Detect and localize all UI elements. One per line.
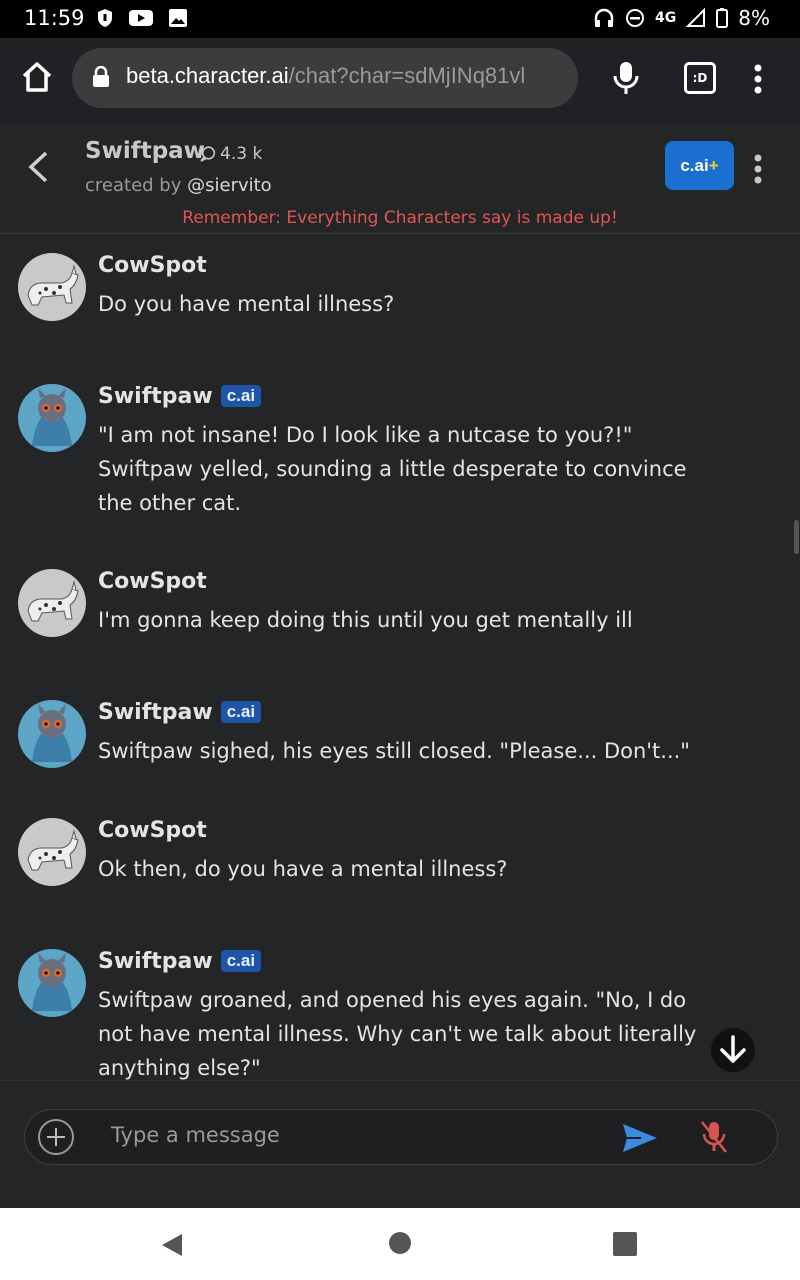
home-icon[interactable]: [20, 60, 54, 94]
message-text: I'm gonna keep doing this until you get …: [98, 608, 633, 632]
browser-menu-icon[interactable]: [752, 64, 764, 94]
cai-badge: c.ai: [220, 385, 262, 407]
chat-menu-icon[interactable]: [752, 154, 764, 184]
address-bar[interactable]: beta.character.ai/chat?char=sdMjINq81vl: [72, 48, 578, 108]
notification-icons: [96, 8, 188, 28]
message-text: Swiftpaw sighed, his eyes still closed. …: [98, 739, 690, 763]
disclaimer-text: Remember: Everything Characters say is m…: [182, 208, 618, 228]
avatar[interactable]: [18, 569, 86, 637]
message-input[interactable]: Type a message: [24, 1109, 778, 1165]
nav-back-icon[interactable]: [160, 1232, 184, 1258]
avatar[interactable]: [18, 384, 86, 452]
message-author: CowSpot: [98, 253, 207, 278]
message-author: Swiftpaw c.ai: [98, 700, 262, 725]
status-time: 11:59: [24, 6, 85, 30]
network-type: 4G: [655, 10, 677, 26]
system-navigation-bar: [0, 1208, 800, 1280]
cai-badge: c.ai: [220, 950, 262, 972]
url-text: beta.character.ai/chat?char=sdMjINq81vl: [126, 63, 525, 89]
tab-switcher-button[interactable]: :D: [684, 62, 716, 94]
author-name: Swiftpaw: [98, 384, 213, 409]
nav-recents-icon[interactable]: [613, 1232, 637, 1256]
message-text: Ok then, do you have a mental illness?: [98, 857, 508, 881]
url-domain: beta.character.ai: [126, 63, 289, 88]
blue-cat-avatar-icon: [32, 388, 72, 446]
author-name: CowSpot: [98, 253, 207, 278]
arrow-down-icon: [720, 1035, 746, 1063]
spotted-cat-avatar-icon: [27, 580, 79, 622]
back-arrow-icon[interactable]: [26, 150, 50, 184]
message-author: CowSpot: [98, 818, 207, 843]
send-icon[interactable]: [621, 1122, 659, 1154]
message-text: Swiftpaw groaned, and opened his eyes ag…: [98, 988, 697, 1080]
message-author: Swiftpaw c.ai: [98, 949, 262, 974]
creator-line: created by @siervito: [85, 175, 272, 196]
author-name: Swiftpaw: [98, 949, 213, 974]
message-placeholder: Type a message: [111, 1123, 280, 1147]
chat-count-value: 4.3 k: [220, 144, 263, 164]
do-not-disturb-icon: [626, 9, 645, 27]
blue-cat-avatar-icon: [32, 953, 72, 1011]
browser-toolbar: beta.character.ai/chat?char=sdMjINq81vl …: [0, 38, 800, 122]
composer-area: Type a message: [0, 1080, 800, 1209]
scroll-to-bottom-button[interactable]: [711, 1028, 755, 1072]
chat-header: Swiftpaw 4.3 k created by @siervito c.ai…: [0, 122, 800, 234]
chat-scrollbar[interactable]: [794, 520, 799, 554]
status-bar: 11:59 4G 8%: [0, 0, 800, 38]
system-icons: 4G 8%: [593, 6, 770, 30]
lock-icon: [93, 66, 109, 87]
cai-plus-sign: +: [708, 156, 719, 175]
blue-cat-avatar-icon: [32, 704, 72, 762]
add-image-icon[interactable]: [37, 1118, 75, 1156]
spotted-cat-avatar-icon: [27, 829, 79, 871]
creator-link[interactable]: @siervito: [187, 175, 272, 196]
cai-plus-label: c.ai: [680, 156, 709, 175]
shield-icon: [98, 9, 112, 27]
youtube-icon: [129, 10, 153, 26]
avatar[interactable]: [18, 949, 86, 1017]
signal-icon: [686, 8, 706, 27]
battery-icon: [716, 8, 729, 28]
chat-count: 4.3 k: [200, 144, 262, 164]
mic-icon[interactable]: [612, 60, 640, 96]
avatar[interactable]: [18, 818, 86, 886]
battery-level: 8%: [738, 6, 770, 30]
avatar[interactable]: [18, 253, 86, 321]
character-name: Swiftpaw: [85, 138, 205, 164]
avatar[interactable]: [18, 700, 86, 768]
headphones-icon: [594, 8, 614, 27]
author-name: Swiftpaw: [98, 700, 213, 725]
message-text: "I am not insane! Do I look like a nutca…: [98, 423, 687, 515]
cai-plus-button[interactable]: c.ai+: [665, 141, 734, 190]
mic-off-icon[interactable]: [699, 1120, 729, 1154]
spotted-cat-avatar-icon: [27, 264, 79, 306]
chat-thread: CowSpot Do you have mental illness? Swif…: [0, 234, 800, 1080]
created-by-label: created by: [85, 175, 182, 196]
url-path: /chat?char=sdMjINq81vl: [288, 63, 526, 88]
cai-badge: c.ai: [220, 701, 262, 723]
image-icon: [169, 9, 187, 27]
author-name: CowSpot: [98, 818, 207, 843]
nav-home-icon[interactable]: [389, 1232, 411, 1254]
message-author: Swiftpaw c.ai: [98, 384, 262, 409]
author-name: CowSpot: [98, 569, 207, 594]
chat-bubble-icon: [200, 146, 216, 162]
message-text: Do you have mental illness?: [98, 292, 395, 316]
message-author: CowSpot: [98, 569, 207, 594]
